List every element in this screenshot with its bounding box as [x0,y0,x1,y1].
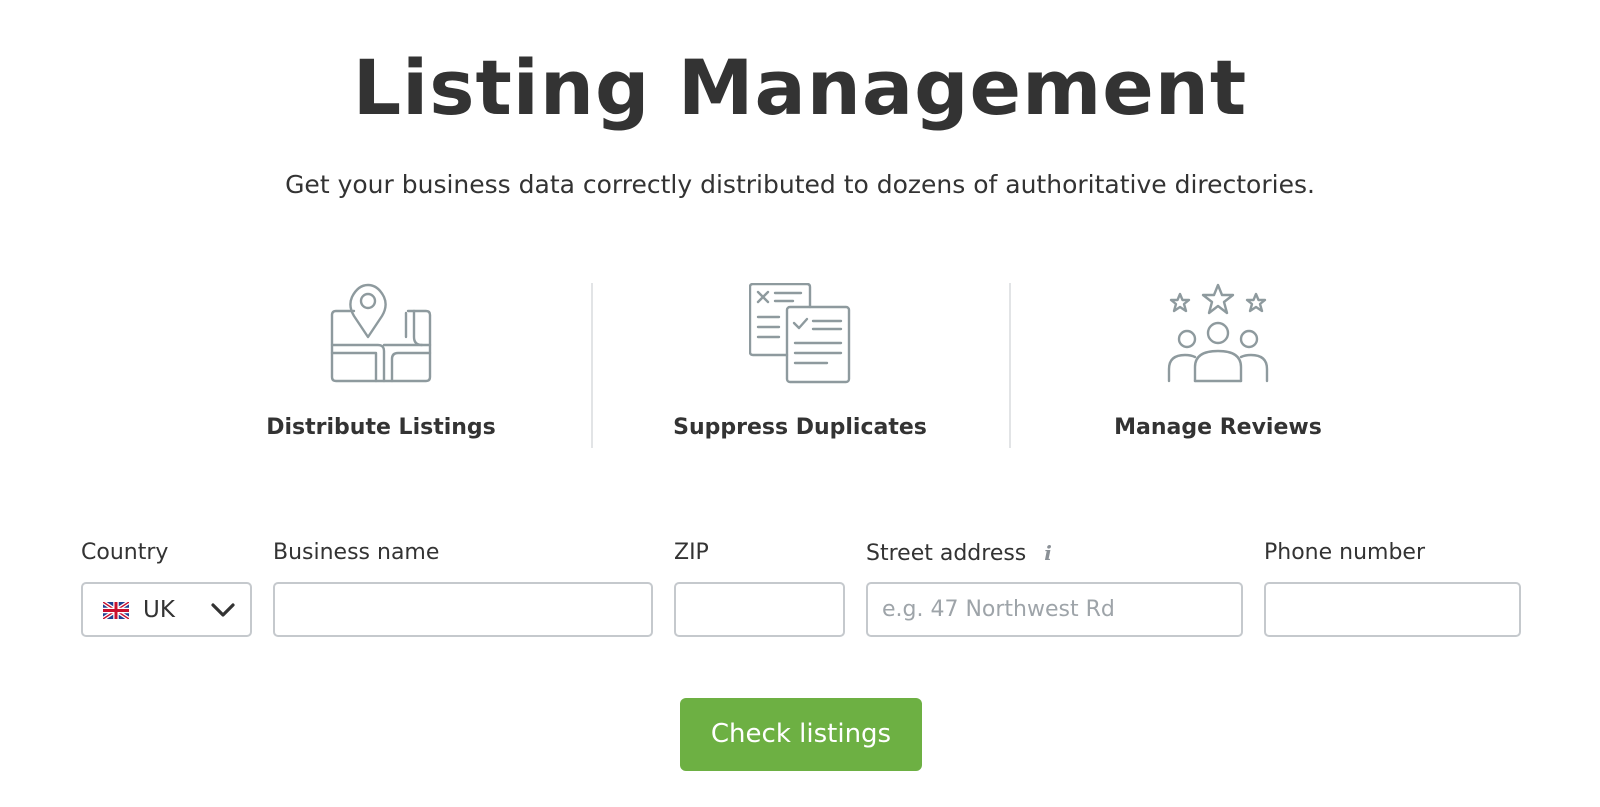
map-pin-icon [330,283,432,383]
country-label: Country [81,540,169,565]
country-select[interactable]: UK [81,582,252,637]
people-stars-icon [1167,283,1269,383]
phone-number-input[interactable] [1264,582,1521,637]
business-name-label: Business name [273,540,440,565]
check-listings-button[interactable]: Check listings [680,698,922,771]
country-value: UK [143,597,175,623]
feature-suppress-duplicates: Suppress Duplicates [591,283,1009,448]
page-subtitle: Get your business data correctly distrib… [285,170,1315,199]
street-address-label: Street address i [866,537,1243,569]
feature-label: Manage Reviews [1114,415,1322,440]
info-icon[interactable]: i [1044,537,1052,569]
feature-label: Suppress Duplicates [673,415,927,440]
zip-label: ZIP [674,540,709,565]
features-section: Distribute Listings Suppress Duplicates [172,283,1428,448]
chevron-down-icon[interactable] [210,599,236,621]
feature-manage-reviews: Manage Reviews [1009,283,1427,448]
phone-number-field: Phone number [1264,537,1521,637]
zip-input[interactable] [674,582,845,637]
business-name-input[interactable] [273,582,653,637]
country-field: Country UK [81,537,252,637]
street-address-field: Street address i [866,537,1243,637]
street-address-input[interactable] [866,582,1243,637]
business-name-field: Business name [273,537,653,637]
listing-form: Country UK Business name ZIP Street addr… [0,537,1600,647]
zip-field: ZIP [674,537,845,637]
phone-number-label: Phone number [1264,540,1426,565]
feature-distribute-listings: Distribute Listings [172,283,590,448]
documents-check-icon [749,283,851,384]
feature-label: Distribute Listings [266,415,496,440]
uk-flag-icon [103,602,129,619]
street-address-label-text: Street address [866,541,1027,566]
page-title: Listing Management [352,43,1248,132]
